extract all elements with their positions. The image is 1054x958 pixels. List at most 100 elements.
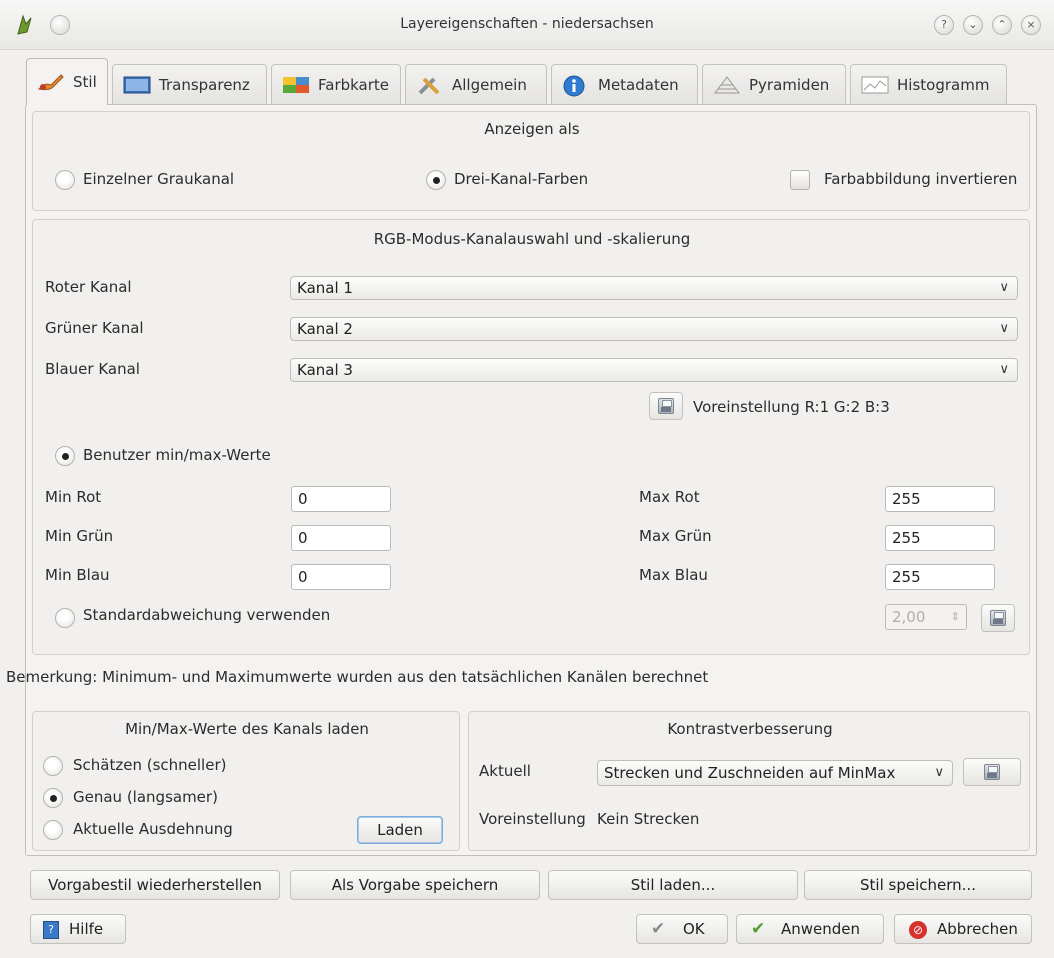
- cancel-icon: ⊘: [909, 921, 927, 939]
- save-style-button[interactable]: Stil speichern...: [804, 870, 1032, 900]
- default-bands-label: Voreinstellung R:1 G:2 B:3: [693, 398, 890, 416]
- max-blue-input[interactable]: 255: [885, 564, 995, 590]
- tab-pyramiden[interactable]: Pyramiden: [702, 64, 846, 104]
- contrast-default-label: Voreinstellung: [479, 810, 586, 828]
- red-band-combo[interactable]: Kanal 1 ∨: [290, 276, 1018, 300]
- contrast-combo[interactable]: Strecken und Zuschneiden auf MinMax ∨: [597, 760, 953, 786]
- green-band-label: Grüner Kanal: [45, 319, 144, 337]
- tab-histogramm[interactable]: Histogramm: [850, 64, 1007, 104]
- tab-label: Metadaten: [598, 75, 679, 94]
- display-as-heading: Anzeigen als: [484, 120, 580, 138]
- style-panel: Anzeigen als Einzelner Graukanal Drei-Ka…: [6, 104, 1037, 856]
- checkmark-icon: ✔: [651, 919, 666, 939]
- min-blue-label: Min Blau: [45, 566, 110, 584]
- save-default-bands-button[interactable]: [649, 392, 683, 420]
- estimate-label: Schätzen (schneller): [73, 756, 227, 774]
- user-minmax-label: Benutzer min/max-Werte: [83, 446, 271, 464]
- combo-value: Kanal 1: [297, 279, 353, 297]
- help-button[interactable]: ? Hilfe: [30, 914, 126, 944]
- help-label: Hilfe: [69, 920, 104, 938]
- cancel-button[interactable]: ⊘ Abbrechen: [894, 914, 1032, 944]
- blue-band-combo[interactable]: Kanal 3 ∨: [290, 358, 1018, 382]
- tab-label: Pyramiden: [749, 75, 830, 94]
- spinbox-value: 2,00: [892, 608, 926, 626]
- tab-label: Allgemein: [452, 75, 527, 94]
- save-as-default-button[interactable]: Als Vorgabe speichern: [290, 870, 540, 900]
- maximize-button[interactable]: ⌃: [992, 15, 1012, 35]
- tab-label: Histogramm: [897, 75, 990, 94]
- max-green-label: Max Grün: [639, 527, 712, 545]
- three-band-label: Drei-Kanal-Farben: [454, 170, 589, 188]
- min-green-input[interactable]: 0: [291, 525, 391, 551]
- help-window-button[interactable]: ?: [934, 15, 954, 35]
- extent-radio[interactable]: [43, 820, 63, 840]
- ok-button[interactable]: ✔ OK: [636, 914, 728, 944]
- three-band-radio[interactable]: [426, 170, 446, 190]
- max-green-input[interactable]: 255: [885, 525, 995, 551]
- max-blue-label: Max Blau: [639, 566, 708, 584]
- save-stddev-button[interactable]: [981, 604, 1015, 632]
- min-red-input[interactable]: 0: [291, 486, 391, 512]
- load-style-button[interactable]: Stil laden...: [548, 870, 798, 900]
- tab-label: Transparenz: [159, 75, 250, 94]
- stddev-radio[interactable]: [55, 608, 75, 628]
- rgb-heading: RGB-Modus-Kanalauswahl und -skalierung: [373, 230, 691, 248]
- green-band-combo[interactable]: Kanal 2 ∨: [290, 317, 1018, 341]
- floppy-disk-icon: [990, 610, 1006, 626]
- restore-default-style-button[interactable]: Vorgabestil wiederherstellen: [30, 870, 280, 900]
- tools-icon: [416, 75, 444, 95]
- info-icon: [562, 75, 590, 96]
- rgb-group: RGB-Modus-Kanalauswahl und -skalierung R…: [32, 219, 1030, 655]
- window-title: Layereigenschaften - niedersachsen: [400, 16, 654, 32]
- transparency-icon: [123, 75, 151, 95]
- min-green-label: Min Grün: [45, 527, 114, 545]
- tab-farbkarte[interactable]: Farbkarte: [271, 64, 401, 104]
- tab-allgemein[interactable]: Allgemein: [405, 64, 547, 104]
- tab-transparenz[interactable]: Transparenz: [112, 64, 267, 104]
- tab-label: Farbkarte: [318, 75, 390, 94]
- apply-label: Anwenden: [781, 920, 861, 938]
- red-band-label: Roter Kanal: [45, 278, 132, 296]
- blue-band-label: Blauer Kanal: [45, 360, 140, 378]
- checkmark-icon: ✔: [751, 919, 766, 939]
- stddev-label: Standardabweichung verwenden: [83, 606, 331, 624]
- chevron-down-icon: ∨: [934, 765, 944, 780]
- cancel-label: Abbrechen: [937, 920, 1018, 938]
- contrast-heading: Kontrastverbesserung: [667, 720, 833, 738]
- contrast-default-value: Kein Strecken: [597, 810, 700, 828]
- ok-label: OK: [683, 920, 705, 938]
- min-red-label: Min Rot: [45, 488, 102, 506]
- pyramid-icon: [713, 75, 741, 95]
- stddev-spinbox[interactable]: 2,00 ⇕: [885, 604, 967, 630]
- estimate-radio[interactable]: [43, 756, 63, 776]
- exact-label: Genau (langsamer): [73, 788, 218, 806]
- combo-value: Strecken und Zuschneiden auf MinMax: [604, 764, 896, 782]
- tab-metadaten[interactable]: Metadaten: [551, 64, 698, 104]
- chevron-down-icon: ∨: [999, 321, 1009, 336]
- max-red-input[interactable]: 255: [885, 486, 995, 512]
- tab-label: Stil: [73, 73, 97, 91]
- chevron-down-icon: ∨: [999, 362, 1009, 377]
- load-button[interactable]: Laden: [357, 816, 443, 844]
- combo-value: Kanal 2: [297, 320, 353, 338]
- brush-icon: [37, 72, 65, 92]
- tab-stil[interactable]: Stil: [26, 58, 108, 105]
- user-minmax-radio[interactable]: [55, 446, 75, 466]
- floppy-disk-icon: [984, 764, 1000, 780]
- chevron-down-icon: ∨: [999, 280, 1009, 295]
- title-bar: Layereigenschaften - niedersachsen ? ⌄ ⌃…: [0, 0, 1054, 50]
- load-minmax-heading: Min/Max-Werte des Kanals laden: [125, 720, 369, 738]
- invert-label: Farbabbildung invertieren: [824, 170, 1018, 188]
- single-gray-radio[interactable]: [55, 170, 75, 190]
- max-red-label: Max Rot: [639, 488, 700, 506]
- exact-radio[interactable]: [43, 788, 63, 808]
- save-contrast-button[interactable]: [963, 758, 1021, 786]
- close-button[interactable]: ×: [1021, 15, 1041, 35]
- minimize-button[interactable]: ⌄: [963, 15, 983, 35]
- invert-checkbox[interactable]: [790, 170, 810, 190]
- apply-button[interactable]: ✔ Anwenden: [736, 914, 884, 944]
- display-as-group: Anzeigen als Einzelner Graukanal Drei-Ka…: [32, 111, 1030, 211]
- spin-arrows-icon: ⇕: [950, 610, 960, 623]
- min-blue-input[interactable]: 0: [291, 564, 391, 590]
- minmax-note: Bemerkung: Minimum- und Maximumwerte wur…: [6, 668, 709, 686]
